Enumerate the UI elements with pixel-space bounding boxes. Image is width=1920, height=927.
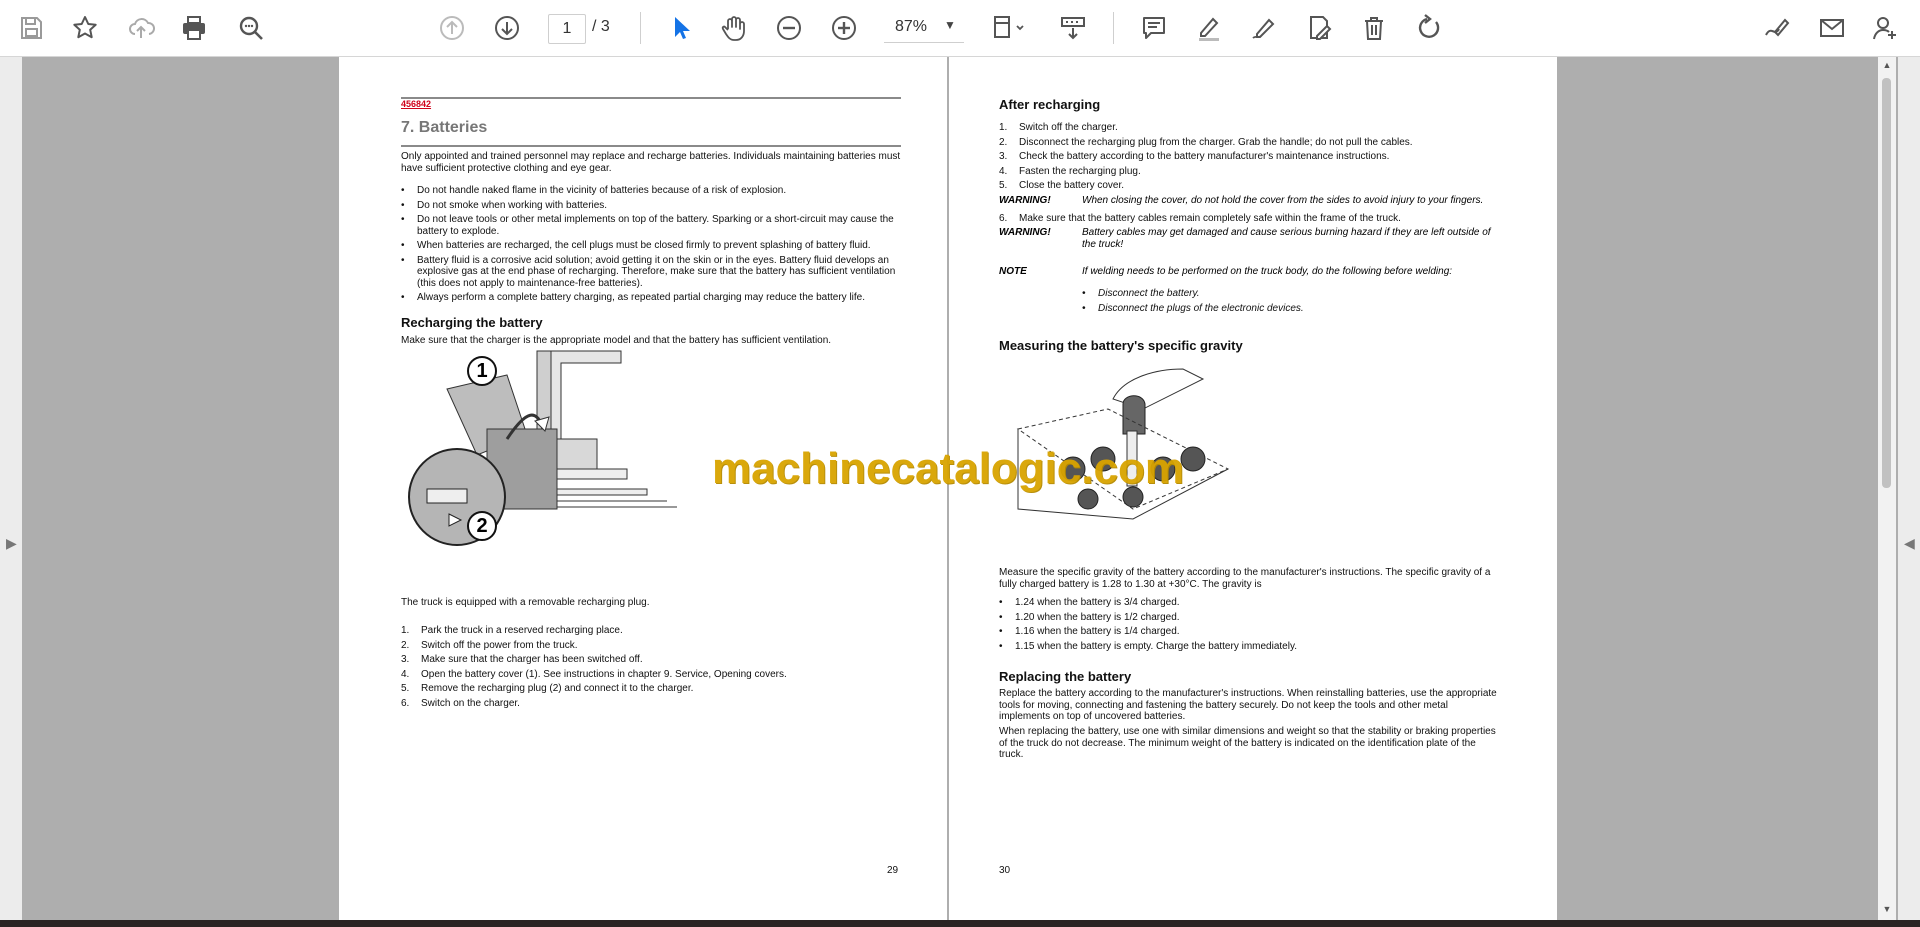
comment-icon[interactable] [1134, 8, 1174, 48]
expand-left-icon[interactable]: ▶ [6, 535, 17, 552]
scroll-mode-icon[interactable] [1053, 8, 1093, 48]
after-step-6: 6. Make sure that the battery cables rema… [999, 213, 1499, 228]
hand-tool-icon[interactable] [714, 8, 754, 48]
highlight-icon[interactable] [1189, 8, 1229, 48]
list-item: 3. Check the battery according to the bat… [999, 151, 1390, 162]
list-item: 5. Remove the recharging plug (2) and con… [401, 683, 694, 694]
total-pages-label: / 3 [592, 18, 610, 35]
list-item: • Do not leave tools or other metal imple… [401, 214, 894, 237]
page-down-icon[interactable] [487, 8, 527, 48]
zoom-value: 87% [895, 18, 928, 35]
toolbar-divider [640, 12, 641, 44]
replacing-paragraph-2: When replacing the battery, use one with… [999, 726, 1496, 760]
zoom-out-icon[interactable] [769, 8, 809, 48]
save-icon[interactable] [11, 8, 51, 48]
list-item: 5. Close the battery cover. [999, 180, 1125, 191]
list-item: 2. Switch off the power from the truck. [401, 639, 578, 651]
document-code: 456842 [401, 99, 432, 109]
bookmark-star-icon[interactable] [65, 8, 105, 48]
upload-cloud-icon[interactable] [121, 8, 161, 48]
list-item: • Disconnect the battery. [1082, 288, 1200, 299]
print-icon[interactable] [174, 8, 214, 48]
page-up-icon[interactable] [432, 8, 472, 48]
select-cursor-icon[interactable] [660, 8, 700, 48]
recharge-step-list: 1. Park the truck in a reserved rechargin… [401, 625, 901, 712]
section-title: 7. Batteries [401, 119, 488, 136]
gravity-bullet-list: • 1.24 when the battery is 3/4 charged. •… [999, 597, 1499, 655]
list-item: 1. Park the truck in a reserved rechargin… [401, 625, 623, 636]
list-item: 6. Switch on the charger. [401, 697, 520, 709]
warning-cover: WARNING! When closing the cover, do not … [999, 195, 1484, 206]
list-item: • Battery fluid is a corrosive acid solut… [401, 254, 896, 289]
stamp-icon[interactable] [1299, 8, 1339, 48]
header-rule [401, 97, 901, 99]
zoom-in-icon[interactable] [824, 8, 864, 48]
page-number: 30 [999, 865, 1011, 876]
truck-note: The truck is equipped with a removable r… [401, 597, 650, 608]
callout-1: 1 [467, 356, 497, 386]
list-item: • Always perform a complete battery charg… [401, 292, 866, 303]
sign-icon[interactable] [1757, 8, 1797, 48]
draw-icon[interactable] [1244, 8, 1284, 48]
fit-page-icon[interactable] [984, 8, 1034, 48]
list-item: • Do not handle naked flame in the vicini… [401, 185, 787, 196]
list-item: • Disconnect the plugs of the electronic … [1082, 302, 1304, 314]
callout-2: 2 [467, 511, 497, 541]
left-panel-handle[interactable]: ▶ [0, 57, 22, 920]
gravity-heading: Measuring the battery's specific gravity [999, 338, 1243, 353]
delete-icon[interactable] [1354, 8, 1394, 48]
list-item: • 1.16 when the battery is 1/4 charged. [999, 626, 1180, 637]
chevron-down-icon: ▼ [944, 18, 956, 32]
scroll-down-icon[interactable]: ▼ [1881, 904, 1893, 916]
gravity-paragraph: Measure the specific gravity of the batt… [999, 567, 1491, 590]
list-item: 6. Make sure that the battery cables rema… [999, 213, 1401, 224]
current-page-input[interactable] [548, 14, 586, 44]
scrollbar-thumb[interactable] [1882, 78, 1891, 488]
expand-right-icon[interactable]: ◀ [1904, 535, 1915, 552]
list-item: • Do not smoke when working with batterie… [401, 199, 608, 211]
toolbar-divider-2 [1113, 12, 1114, 44]
watermark-text: machinecatalogic.com [712, 444, 1184, 493]
safety-bullet-list: • Do not handle naked flame in the vicini… [401, 185, 901, 307]
title-rule [401, 145, 901, 147]
find-icon[interactable] [231, 8, 271, 48]
list-item: 4. Open the battery cover (1). See instru… [401, 668, 787, 680]
right-panel-handle[interactable]: ◀ [1898, 57, 1920, 920]
welding-bullet-list: • Disconnect the battery. • Disconnect the… [1082, 288, 1482, 317]
replacing-heading: Replacing the battery [999, 669, 1132, 684]
list-item: 3. Make sure that the charger has been sw… [401, 654, 643, 665]
truck-charging-illustration: 1 2 [407, 349, 697, 549]
recharging-intro: Make sure that the charger is the approp… [401, 335, 832, 346]
intro-paragraph: Only appointed and trained personnel may… [401, 151, 901, 174]
list-item: 4. Fasten the recharging plug. [999, 165, 1141, 177]
replacing-paragraph-1: Replace the battery according to the man… [999, 688, 1497, 722]
welding-note: NOTE If welding needs to be performed on… [999, 266, 1453, 277]
list-item: 1. Switch off the charger. [999, 122, 1118, 133]
warning-cables: WARNING! Battery cables may get damaged … [999, 227, 1491, 250]
email-icon[interactable] [1812, 8, 1852, 48]
list-item: • 1.15 when the battery is empty. Charge … [999, 640, 1297, 652]
toolbar: / 3 87% ▼ [0, 0, 1920, 57]
after-recharging-heading: After recharging [999, 97, 1101, 112]
page-number: 29 [887, 865, 899, 876]
list-item: • 1.24 when the battery is 3/4 charged. [999, 597, 1180, 608]
scroll-up-icon[interactable]: ▲ [1881, 60, 1893, 72]
rotate-icon[interactable] [1409, 8, 1449, 48]
add-user-icon[interactable] [1865, 8, 1905, 48]
zoom-dropdown[interactable]: 87% ▼ [884, 14, 964, 43]
list-item: 2. Disconnect the recharging plug from th… [999, 136, 1413, 148]
list-item: • 1.20 when the battery is 1/2 charged. [999, 611, 1180, 623]
bottom-edge [0, 920, 1920, 927]
list-item: • When batteries are recharged, the cell … [401, 240, 871, 251]
after-step-list: 1. Switch off the charger. 2. Disconnect t… [999, 122, 1499, 195]
recharging-heading: Recharging the battery [401, 315, 543, 330]
